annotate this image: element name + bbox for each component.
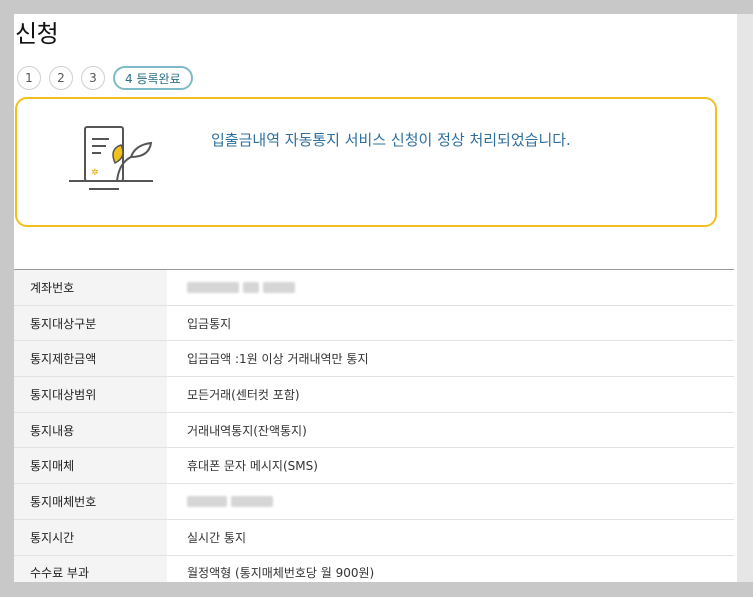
- table-row: 통지매체 휴대폰 문자 메시지(SMS): [14, 447, 734, 484]
- account-number-value: [167, 270, 734, 306]
- masked-number-part: [230, 496, 273, 508]
- table-row: 통지제한금액 입금금액 :1원 이상 거래내역만 통지: [14, 340, 734, 377]
- table-row: 통지내용 거래내역통지(잔액통지): [14, 412, 734, 448]
- table-row: 통지대상구분 입금통지: [14, 305, 734, 341]
- row-value: 실시간 통지: [187, 530, 247, 545]
- row-value: 입금통지: [187, 316, 232, 331]
- table-row: 계좌번호: [14, 269, 734, 306]
- row-label: 통지매체: [14, 447, 167, 484]
- row-value: 휴대폰 문자 메시지(SMS): [187, 459, 318, 474]
- step-2: 2: [49, 66, 73, 90]
- masked-number-part: [187, 496, 227, 508]
- page-title: 신청: [15, 20, 59, 48]
- application-details-table: 계좌번호 통지대상구분 입금통지 통지제한금액 입금금액 :1원 이상 거래내역…: [14, 269, 734, 582]
- vertical-scrollbar[interactable]: [737, 14, 753, 582]
- result-page: 신청 1 2 3 4 등록완료 ✲ 입출금내역 자동통지 서비스 신청이 정상 …: [14, 14, 737, 582]
- step-4-current: 4 등록완료: [113, 66, 193, 90]
- row-label: 통지매체번호: [14, 483, 167, 520]
- svg-text:✲: ✲: [91, 168, 99, 178]
- row-label: 통지제한금액: [14, 340, 167, 377]
- notification-number-value: [167, 484, 734, 520]
- table-row: 통지대상범위 모든거래(센터컷 포함): [14, 376, 734, 413]
- row-label: 통지내용: [14, 412, 167, 448]
- row-value: 입금금액 :1원 이상 거래내역만 통지: [187, 352, 369, 367]
- masked-account-part: [262, 282, 295, 294]
- masked-account-part: [187, 282, 239, 294]
- result-box: ✲ 입출금내역 자동통지 서비스 신청이 정상 처리되었습니다.: [15, 97, 717, 227]
- table-row: 통지시간 실시간 통지: [14, 519, 734, 555]
- row-value: 월정액형 (통지매체번호당 월 900원): [187, 566, 375, 581]
- row-value: 모든거래(센터컷 포함): [187, 387, 300, 402]
- result-message: 입출금내역 자동통지 서비스 신청이 정상 처리되었습니다.: [211, 131, 571, 149]
- row-label: 계좌번호: [14, 269, 167, 306]
- row-label: 통지대상구분: [14, 305, 167, 341]
- table-row: 통지매체번호: [14, 483, 734, 520]
- table-row: 수수료 부과 월정액형 (통지매체번호당 월 900원): [14, 555, 734, 582]
- row-label: 통지시간: [14, 519, 167, 555]
- step-1: 1: [17, 66, 41, 90]
- step-indicator: 1 2 3 4 등록완료: [17, 66, 201, 90]
- row-label: 통지대상범위: [14, 376, 167, 413]
- masked-account-part: [242, 282, 259, 294]
- row-label: 수수료 부과: [14, 555, 167, 582]
- row-value: 거래내역통지(잔액통지): [187, 423, 307, 438]
- step-3: 3: [81, 66, 105, 90]
- document-plant-icon: ✲: [65, 123, 157, 199]
